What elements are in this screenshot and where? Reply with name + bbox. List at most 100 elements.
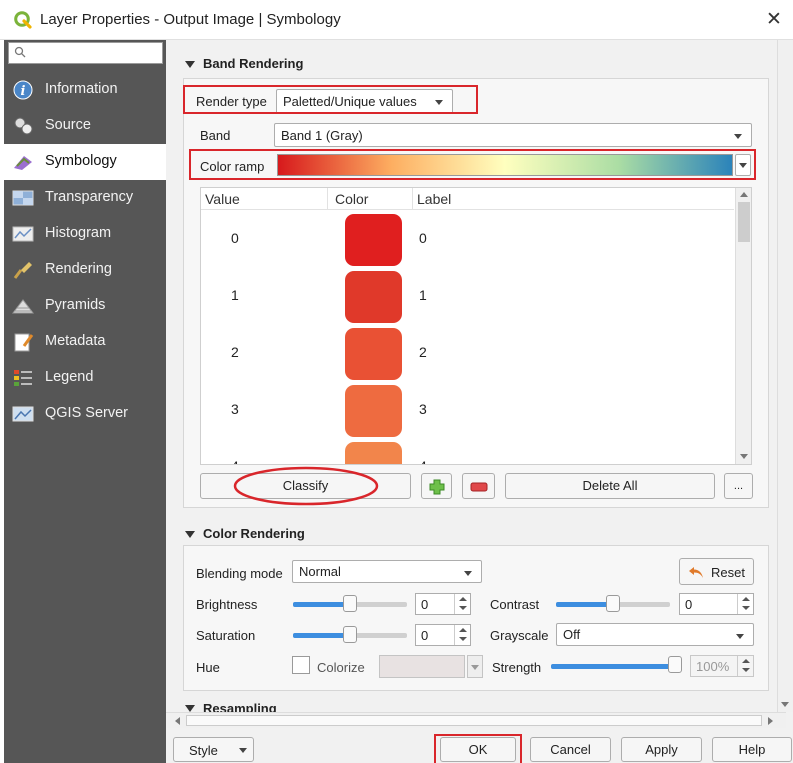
scroll-down-icon[interactable] [740,454,748,459]
colorize-label: Colorize [317,660,365,675]
scroll-thumb[interactable] [738,202,750,242]
remove-class-button[interactable] [462,473,495,499]
brightness-slider-handle[interactable] [343,595,357,612]
column-header-label[interactable]: Label [417,191,451,207]
strength-slider-fill [551,664,677,669]
row-label[interactable]: 3 [419,401,427,417]
cancel-button[interactable]: Cancel [530,737,611,762]
row-label[interactable]: 4 [419,458,427,464]
color-rendering-title: Color Rendering [203,526,305,541]
scroll-right-icon[interactable] [768,717,773,725]
sidebar-item-label: Source [45,117,91,133]
spin-arrows-icon[interactable] [737,594,753,614]
sidebar-item-transparency[interactable]: Transparency [4,180,166,216]
reset-button[interactable]: Reset [679,558,754,585]
row-value: 2 [231,344,239,360]
sidebar-item-legend[interactable]: Legend [4,360,166,396]
strength-spinbox[interactable]: 100% [690,655,754,677]
row-label[interactable]: 1 [419,287,427,303]
brightness-spinbox[interactable]: 0 [415,593,471,615]
band-select[interactable]: Band 1 (Gray) [274,123,752,147]
column-divider [412,188,413,210]
column-divider [327,188,328,210]
close-icon[interactable]: ✕ [766,8,782,31]
row-label[interactable]: 2 [419,344,427,360]
main-scrollbar[interactable] [777,40,793,712]
row-label[interactable]: 0 [419,230,427,246]
transparency-icon [12,190,34,206]
add-class-button[interactable] [421,473,452,499]
grayscale-select[interactable]: Off [556,623,754,646]
saturation-slider-handle[interactable] [343,626,357,643]
collapse-triangle-icon[interactable] [185,61,195,68]
table-row[interactable]: 4 4 [201,438,734,464]
qgis-logo-icon [14,11,32,29]
info-icon: i [13,80,33,100]
search-input[interactable] [8,42,163,64]
scroll-thumb[interactable] [186,715,762,726]
reset-label: Reset [711,565,745,580]
band-value: Band 1 (Gray) [281,128,363,143]
table-row[interactable]: 2 2 [201,324,734,381]
color-swatch[interactable] [345,385,402,437]
sidebar-item-histogram[interactable]: Histogram [4,216,166,252]
sidebar-item-source[interactable]: Source [4,108,166,144]
spin-arrows-icon[interactable] [737,656,753,676]
style-label: Style [189,743,218,758]
colorize-checkbox[interactable] [292,656,310,674]
scroll-down-icon[interactable] [781,702,789,707]
table-row[interactable]: 0 0 [201,210,734,267]
sidebar-item-label: Histogram [45,225,112,241]
scroll-left-icon[interactable] [175,717,180,725]
sidebar-item-label: QGIS Server [45,405,128,421]
delete-all-button[interactable]: Delete All [505,473,715,499]
colorize-color-button[interactable] [379,655,465,678]
color-swatch[interactable] [345,442,402,464]
sidebar-item-label: Metadata [45,333,106,349]
chevron-down-icon [736,634,744,639]
contrast-slider-handle[interactable] [606,595,620,612]
column-header-color[interactable]: Color [335,191,368,207]
column-header-value[interactable]: Value [205,191,240,207]
color-swatch[interactable] [345,328,402,380]
qgis-server-icon [12,406,34,422]
histogram-icon [12,226,34,242]
horizontal-scrollbar[interactable] [166,712,786,728]
row-value: 3 [231,401,239,417]
colorize-dropdown[interactable] [467,655,483,678]
sidebar-item-information[interactable]: i Information [4,72,166,108]
blending-mode-select[interactable]: Normal [292,560,482,583]
table-scrollbar[interactable] [735,188,751,464]
resampling-title: Resampling [203,701,277,712]
chevron-down-icon [239,748,247,753]
blending-mode-value: Normal [299,564,341,579]
sidebar-item-qgis-server[interactable]: QGIS Server [4,396,166,432]
collapse-triangle-icon[interactable] [185,531,195,538]
band-label: Band [200,128,231,143]
sidebar-item-symbology[interactable]: Symbology [4,144,166,180]
more-options-button[interactable]: ... [724,473,753,499]
sidebar-item-rendering[interactable]: Rendering [4,252,166,288]
strength-slider-handle[interactable] [668,656,682,673]
help-button[interactable]: Help [712,737,792,762]
classes-table[interactable]: Value Color Label 0 0 1 1 2 2 3 3 4 4 [200,187,752,465]
highlight-classify-ellipse [233,466,379,506]
saturation-spinbox[interactable]: 0 [415,624,471,646]
collapse-triangle-icon[interactable] [185,705,195,712]
reset-arrow-icon [689,567,703,578]
table-row[interactable]: 1 1 [201,267,734,324]
color-swatch[interactable] [345,214,402,266]
color-swatch[interactable] [345,271,402,323]
spin-arrows-icon[interactable] [454,625,470,645]
spin-arrows-icon[interactable] [454,594,470,614]
sidebar-item-metadata[interactable]: Metadata [4,324,166,360]
sidebar-item-label: Symbology [45,153,117,169]
apply-button[interactable]: Apply [621,737,702,762]
chevron-down-icon [464,571,472,576]
style-menu-button[interactable]: Style [173,737,254,762]
scroll-up-icon[interactable] [740,192,748,197]
contrast-spinbox[interactable]: 0 [679,593,754,615]
sidebar-item-pyramids[interactable]: Pyramids [4,288,166,324]
table-row[interactable]: 3 3 [201,381,734,438]
row-value: 0 [231,230,239,246]
